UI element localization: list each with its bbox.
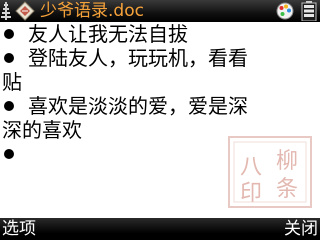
line-text: 登陆友人，玩玩机，看看: [28, 46, 248, 70]
list-item-continuation: 贴: [2, 70, 308, 94]
line-text: 深的喜欢: [2, 118, 82, 142]
list-item-continuation: 深的喜欢: [2, 118, 308, 142]
close-softkey[interactable]: 关闭: [284, 218, 318, 240]
bullet-icon: [4, 101, 14, 111]
options-softkey[interactable]: 选项: [2, 218, 36, 240]
bullet-icon: [4, 29, 14, 39]
screen: 少爷语录.doc 柳 条 八 印 友人让我无法自拔 登陆友人，玩玩机，看看 贴 …: [0, 0, 320, 240]
bullet-icon: [4, 149, 14, 159]
palette-status-icon: [276, 2, 294, 20]
document-view[interactable]: 柳 条 八 印 友人让我无法自拔 登陆友人，玩玩机，看看 贴 喜欢是淡淡的爱，爱…: [0, 22, 320, 218]
line-text: 友人让我无法自拔: [28, 22, 188, 46]
signal-strength-icon: [1, 2, 11, 20]
list-item: 友人让我无法自拔: [2, 22, 308, 46]
svg-text:条: 条: [276, 177, 298, 202]
svg-text:柳: 柳: [276, 149, 298, 174]
line-text: 贴: [2, 70, 22, 94]
list-item: 喜欢是淡淡的爱，爱是深: [2, 94, 308, 118]
title-bar: 少爷语录.doc: [0, 0, 320, 22]
document-app-icon: [15, 1, 35, 21]
list-item: 登陆友人，玩玩机，看看: [2, 46, 308, 70]
svg-text:印: 印: [240, 181, 262, 206]
battery-icon: [301, 1, 317, 21]
seal-stamp-watermark: 柳 条 八 印: [228, 136, 312, 208]
softkey-bar: 选项 关闭: [0, 218, 320, 240]
document-text: 友人让我无法自拔 登陆友人，玩玩机，看看 贴 喜欢是淡淡的爱，爱是深 深的喜欢: [0, 22, 308, 159]
bullet-icon: [4, 53, 14, 63]
svg-text:八: 八: [240, 155, 262, 180]
line-text: 喜欢是淡淡的爱，爱是深: [28, 94, 248, 118]
window-title: 少爷语录.doc: [40, 1, 144, 21]
